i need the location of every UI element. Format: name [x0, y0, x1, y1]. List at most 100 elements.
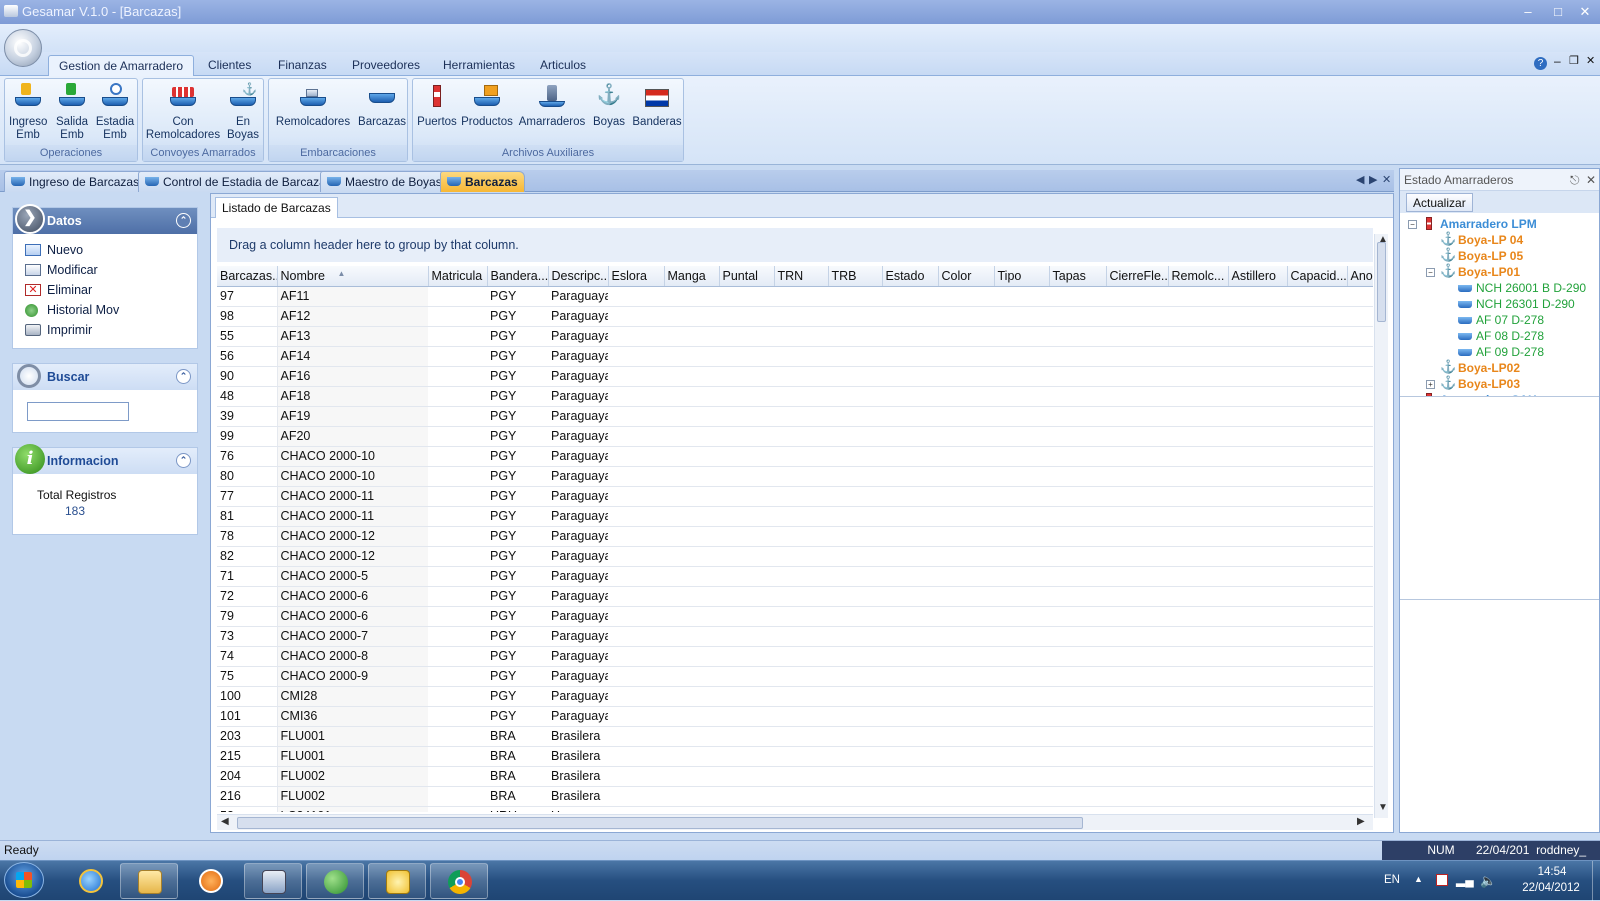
- taskbar-gesamar[interactable]: [244, 863, 302, 899]
- column-header[interactable]: Matricula: [428, 266, 488, 287]
- tab-clientes[interactable]: Clientes: [198, 55, 261, 76]
- vertical-scrollbar[interactable]: ▲ ▼: [1374, 234, 1388, 818]
- scroll-right-icon[interactable]: ▶: [1357, 816, 1365, 827]
- column-header[interactable]: Remolc...: [1168, 266, 1229, 287]
- table-row[interactable]: 73 CHACO 2000-7 PGY Paraguaya: [217, 626, 1373, 647]
- tree-node-barcaza[interactable]: AF 08 D-278: [1476, 328, 1544, 344]
- doctab-control-estadia[interactable]: Control de Estadia de Barcazas: [138, 171, 339, 192]
- tree-node-barcaza[interactable]: AF 07 D-278: [1476, 312, 1544, 328]
- start-button[interactable]: [4, 862, 44, 898]
- table-row[interactable]: 55 AF13 PGY Paraguaya: [217, 326, 1373, 347]
- doctab-barcazas[interactable]: Barcazas: [440, 171, 525, 192]
- taskbar-outlook[interactable]: [368, 863, 426, 899]
- scroll-left-icon[interactable]: ◀: [221, 816, 229, 827]
- ingreso-emb-button[interactable]: Ingreso Emb: [9, 83, 47, 142]
- estadia-emb-button[interactable]: Estadia Emb: [95, 83, 135, 142]
- boyas-button[interactable]: ⚓ Boyas: [587, 83, 631, 129]
- salida-emb-button[interactable]: Salida Emb: [53, 83, 91, 142]
- taskbar-ie[interactable]: [62, 863, 120, 899]
- table-row[interactable]: 215 FLU001 BRA Brasilera: [217, 746, 1373, 767]
- column-header[interactable]: CierreFle...: [1106, 266, 1169, 287]
- taskbar-chrome[interactable]: [430, 863, 488, 899]
- close-panel-icon[interactable]: ✕: [1586, 169, 1596, 191]
- table-row[interactable]: 39 AF19 PGY Paraguaya: [217, 406, 1373, 427]
- mdi-close-button[interactable]: ✕: [1586, 54, 1595, 67]
- table-row[interactable]: 74 CHACO 2000-8 PGY Paraguaya: [217, 646, 1373, 667]
- table-row[interactable]: 203 FLU001 BRA Brasilera: [217, 726, 1373, 747]
- tree-node-amarradero[interactable]: Amarradero LPM: [1440, 216, 1537, 232]
- collapse-icon[interactable]: ⌃: [176, 453, 191, 468]
- table-row[interactable]: 78 CHACO 2000-12 PGY Paraguaya: [217, 526, 1373, 547]
- expand-icon[interactable]: +: [1426, 380, 1435, 389]
- table-row[interactable]: 75 CHACO 2000-9 PGY Paraguaya: [217, 666, 1373, 687]
- table-row[interactable]: 72 CHACO 2000-6 PGY Paraguaya: [217, 586, 1373, 607]
- collapse-icon[interactable]: ⌃: [176, 369, 191, 384]
- network-icon[interactable]: ▂▄: [1456, 873, 1474, 887]
- actualizar-button[interactable]: Actualizar: [1406, 193, 1473, 212]
- column-header[interactable]: TRN: [774, 266, 829, 287]
- barcazas-button[interactable]: Barcazas: [357, 83, 407, 129]
- buscar-header[interactable]: Buscar ⌃: [13, 364, 197, 390]
- language-indicator[interactable]: EN: [1384, 874, 1400, 886]
- clock-time[interactable]: 14:54: [1522, 866, 1582, 878]
- column-header[interactable]: Tapas: [1049, 266, 1107, 287]
- table-row[interactable]: 81 CHACO 2000-11 PGY Paraguaya: [217, 506, 1373, 527]
- column-header[interactable]: Descripc...: [548, 266, 609, 287]
- taskbar-messenger[interactable]: [306, 863, 364, 899]
- table-row[interactable]: 97 AF11 PGY Paraguaya: [217, 286, 1373, 307]
- table-row[interactable]: 48 AF18 PGY Paraguaya: [217, 386, 1373, 407]
- taskbar-media-player[interactable]: [182, 863, 240, 899]
- scroll-left-icon[interactable]: ◀: [1356, 173, 1364, 186]
- pin-icon[interactable]: ⎋: [1570, 169, 1580, 191]
- table-row[interactable]: 56 AF14 PGY Paraguaya: [217, 346, 1373, 367]
- tab-finanzas[interactable]: Finanzas: [268, 55, 337, 76]
- maximize-button[interactable]: □: [1545, 0, 1571, 24]
- table-row[interactable]: 77 CHACO 2000-11 PGY Paraguaya: [217, 486, 1373, 507]
- doctab-maestro-boyas[interactable]: Maestro de Boyas: [320, 171, 449, 192]
- table-row[interactable]: 101 CMI36 PGY Paraguaya: [217, 706, 1373, 727]
- table-row[interactable]: 90 AF16 PGY Paraguaya: [217, 366, 1373, 387]
- collapse-icon[interactable]: −: [1426, 268, 1435, 277]
- horizontal-scroll-thumb[interactable]: [237, 817, 1083, 829]
- mdi-minimize-button[interactable]: –: [1554, 54, 1561, 68]
- tab-articulos[interactable]: Articulos: [530, 55, 596, 76]
- horizontal-scrollbar[interactable]: ◀ ▶: [217, 814, 1373, 830]
- collapse-icon[interactable]: ⌃: [176, 213, 191, 228]
- tree-node-barcaza[interactable]: AF 09 D-278: [1476, 344, 1544, 360]
- tab-proveedores[interactable]: Proveedores: [342, 55, 430, 76]
- table-row[interactable]: 80 CHACO 2000-10 PGY Paraguaya: [217, 466, 1373, 487]
- con-remolcadores-button[interactable]: Con Remolcadores: [145, 83, 221, 142]
- productos-button[interactable]: Productos: [459, 83, 515, 129]
- column-header[interactable]: Tipo: [994, 266, 1050, 287]
- tree-node-boya[interactable]: Boya-LP03: [1458, 376, 1520, 392]
- banderas-button[interactable]: Banderas: [631, 83, 683, 129]
- remolcadores-button[interactable]: Remolcadores: [273, 83, 353, 129]
- taskbar-explorer[interactable]: [120, 863, 178, 899]
- column-header[interactable]: AnoCo: [1347, 266, 1373, 287]
- clock-date[interactable]: 22/04/2012: [1516, 882, 1586, 894]
- tab-gestion-amarradero[interactable]: Gestion de Amarradero: [48, 55, 195, 76]
- table-row[interactable]: 53LC24101 URUUruguaya: [217, 806, 1373, 812]
- search-input[interactable]: [27, 402, 129, 421]
- column-header[interactable]: Bandera...: [487, 266, 549, 287]
- tray-arrow-icon[interactable]: ▲: [1414, 874, 1423, 884]
- column-header[interactable]: Barcazas...: [217, 266, 278, 287]
- show-desktop-button[interactable]: [1592, 861, 1600, 901]
- group-by-area[interactable]: Drag a column header here to group by th…: [217, 228, 1373, 262]
- subtab-listado[interactable]: Listado de Barcazas: [215, 197, 338, 218]
- column-header[interactable]: Astillero: [1228, 266, 1288, 287]
- puertos-button[interactable]: Puertos: [415, 83, 459, 129]
- mdi-restore-button[interactable]: ❐: [1569, 54, 1579, 67]
- scroll-right-icon[interactable]: ▶: [1369, 173, 1377, 186]
- tree-node-boya[interactable]: Boya-LP 04: [1458, 232, 1523, 248]
- table-row[interactable]: 216 FLU002 BRA Brasilera: [217, 786, 1373, 807]
- close-button[interactable]: ✕: [1572, 0, 1598, 24]
- table-row[interactable]: 76 CHACO 2000-10 PGY Paraguaya: [217, 446, 1373, 467]
- minimize-button[interactable]: –: [1515, 0, 1541, 24]
- eliminar-action[interactable]: ✕ Eliminar: [13, 280, 197, 300]
- collapse-icon[interactable]: −: [1408, 220, 1417, 229]
- amarraderos-button[interactable]: Amarraderos: [517, 83, 587, 129]
- column-header[interactable]: Puntal: [719, 266, 775, 287]
- column-header[interactable]: Capacid...: [1287, 266, 1348, 287]
- datos-header[interactable]: ❯ Datos ⌃: [13, 204, 197, 234]
